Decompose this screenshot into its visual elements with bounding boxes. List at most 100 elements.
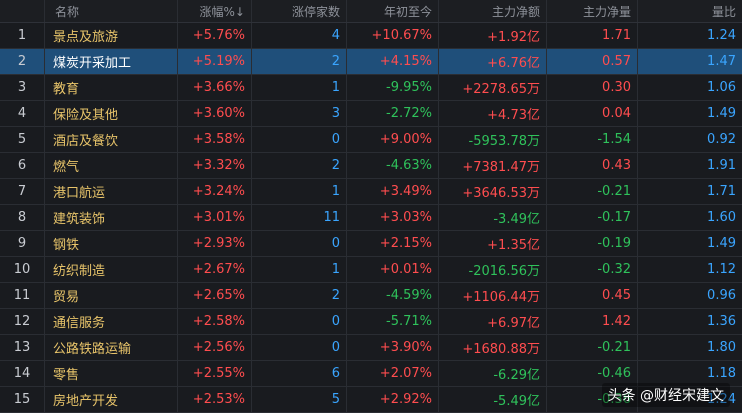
- table-row[interactable]: 7 港口航运 +3.24% 1 +3.49% +3646.53万 -0.21 1.71: [0, 179, 742, 205]
- ytd-value: -2.72%: [347, 101, 439, 126]
- vol-ratio-value: 1.06: [707, 80, 736, 95]
- row-index: 7: [0, 179, 45, 204]
- limit-up-count: 11: [252, 205, 347, 230]
- table-row[interactable]: 6 燃气 +3.32% 2 -4.63% +7381.47万 0.43 1.91: [0, 153, 742, 179]
- ytd-value: +3.49%: [347, 179, 439, 204]
- change-value: +3.60%: [178, 101, 252, 126]
- sector-name: 钢铁: [45, 231, 178, 256]
- limit-up-count: 0: [252, 127, 347, 152]
- sector-name: 房地产开发: [45, 387, 178, 412]
- sector-name: 公路铁路运输: [45, 335, 178, 360]
- table-row[interactable]: 12 通信服务 +2.58% 0 -5.71% +6.97亿 1.42 1.36: [0, 309, 742, 335]
- sector-name: 景点及旅游: [45, 23, 178, 48]
- row-index: 15: [0, 387, 45, 412]
- change-value: +2.58%: [178, 309, 252, 334]
- ytd-value: +0.01%: [347, 257, 439, 282]
- main-flow-value: -5.49亿: [439, 387, 547, 412]
- header-vol-ratio[interactable]: 量比: [638, 0, 742, 22]
- table-row[interactable]: 4 保险及其他 +3.60% 3 -2.72% +4.73亿 0.04 1.49: [0, 101, 742, 127]
- change-value: +3.66%: [178, 75, 252, 100]
- main-flow-value: +1.35亿: [439, 231, 547, 256]
- vol-ratio-value: 1.47: [707, 54, 736, 69]
- ytd-value: -4.63%: [347, 153, 439, 178]
- vol-ratio-value: 1.12: [707, 262, 736, 277]
- ytd-value: +2.07%: [347, 361, 439, 386]
- ytd-value: -9.95%: [347, 75, 439, 100]
- main-flow-value: +3646.53万: [439, 179, 547, 204]
- limit-up-count: 5: [252, 387, 347, 412]
- table-row[interactable]: 10 纺织制造 +2.67% 1 +0.01% -2016.56万 -0.32 1.12: [0, 257, 742, 283]
- watermark: 头条 @财经宋建文: [601, 383, 730, 407]
- ytd-value: -5.71%: [347, 309, 439, 334]
- main-net-value: -0.32: [547, 257, 638, 282]
- ytd-value: +4.15%: [347, 49, 439, 74]
- table-row[interactable]: 9 钢铁 +2.93% 0 +2.15% +1.35亿 -0.19 1.49: [0, 231, 742, 257]
- change-value: +2.56%: [178, 335, 252, 360]
- main-flow-value: +6.76亿: [439, 49, 547, 74]
- main-net-value: 1.42: [547, 309, 638, 334]
- ytd-value: +2.15%: [347, 231, 439, 256]
- table-header: 名称 涨幅%↓ 涨停家数 年初至今 主力净额 主力净量 量比: [0, 0, 742, 23]
- sector-name: 保险及其他: [45, 101, 178, 126]
- header-change[interactable]: 涨幅%↓: [178, 0, 252, 22]
- header-main-flow[interactable]: 主力净额: [439, 0, 547, 22]
- vol-ratio-value: 1.36: [707, 314, 736, 329]
- main-flow-value: +2278.65万: [439, 75, 547, 100]
- main-net-value: 0.57: [547, 49, 638, 74]
- header-name[interactable]: 名称: [45, 0, 178, 22]
- header-index: [0, 0, 45, 22]
- limit-up-count: 4: [252, 23, 347, 48]
- table-body: 1 景点及旅游 +5.76% 4 +10.67% +1.92亿 1.71 1.24 2 煤炭开采加…: [0, 23, 742, 413]
- main-net-value: 0.45: [547, 283, 638, 308]
- change-value: +2.65%: [178, 283, 252, 308]
- main-flow-value: +1106.44万: [439, 283, 547, 308]
- main-flow-value: -2016.56万: [439, 257, 547, 282]
- table-row[interactable]: 2 煤炭开采加工 +5.19% 2 +4.15% +6.76亿 0.57 1.47: [0, 49, 742, 75]
- limit-up-count: 2: [252, 283, 347, 308]
- table-row[interactable]: 8 建筑装饰 +3.01% 11 +3.03% -3.49亿 -0.17 1.60: [0, 205, 742, 231]
- main-net-value: -1.54: [547, 127, 638, 152]
- ytd-value: +3.90%: [347, 335, 439, 360]
- header-main-net[interactable]: 主力净量: [547, 0, 638, 22]
- change-value: +5.76%: [178, 23, 252, 48]
- row-index: 3: [0, 75, 45, 100]
- vol-ratio-value: 1.71: [707, 184, 736, 199]
- change-value: +3.32%: [178, 153, 252, 178]
- limit-up-count: 1: [252, 75, 347, 100]
- vol-ratio-value: 0.92: [707, 132, 736, 147]
- sector-name: 通信服务: [45, 309, 178, 334]
- main-flow-value: +6.97亿: [439, 309, 547, 334]
- vol-ratio-value: 0.96: [707, 288, 736, 303]
- row-index: 13: [0, 335, 45, 360]
- row-index: 8: [0, 205, 45, 230]
- sector-name: 纺织制造: [45, 257, 178, 282]
- sector-name: 贸易: [45, 283, 178, 308]
- table-row[interactable]: 1 景点及旅游 +5.76% 4 +10.67% +1.92亿 1.71 1.24: [0, 23, 742, 49]
- main-flow-value: +1.92亿: [439, 23, 547, 48]
- ytd-value: -4.59%: [347, 283, 439, 308]
- header-ytd[interactable]: 年初至今: [347, 0, 439, 22]
- main-net-value: 0.30: [547, 75, 638, 100]
- table-row[interactable]: 5 酒店及餐饮 +3.58% 0 +9.00% -5953.78万 -1.54 0.92: [0, 127, 742, 153]
- row-index: 6: [0, 153, 45, 178]
- main-flow-value: +7381.47万: [439, 153, 547, 178]
- vol-ratio-value: 1.60: [707, 210, 736, 225]
- vol-ratio-value: 1.24: [707, 28, 736, 43]
- table-row[interactable]: 11 贸易 +2.65% 2 -4.59% +1106.44万 0.45 0.96: [0, 283, 742, 309]
- change-value: +5.19%: [178, 49, 252, 74]
- change-value: +2.93%: [178, 231, 252, 256]
- change-value: +3.01%: [178, 205, 252, 230]
- change-value: +2.67%: [178, 257, 252, 282]
- row-index: 1: [0, 23, 45, 48]
- table-row[interactable]: 13 公路铁路运输 +2.56% 0 +3.90% +1680.88万 -0.21 1.80: [0, 335, 742, 361]
- sector-name: 酒店及餐饮: [45, 127, 178, 152]
- header-limit-up[interactable]: 涨停家数: [252, 0, 347, 22]
- limit-up-count: 0: [252, 309, 347, 334]
- sector-name: 建筑装饰: [45, 205, 178, 230]
- sector-name: 港口航运: [45, 179, 178, 204]
- table-row[interactable]: 3 教育 +3.66% 1 -9.95% +2278.65万 0.30 1.06: [0, 75, 742, 101]
- limit-up-count: 0: [252, 231, 347, 256]
- main-flow-value: +1680.88万: [439, 335, 547, 360]
- limit-up-count: 3: [252, 101, 347, 126]
- row-index: 14: [0, 361, 45, 386]
